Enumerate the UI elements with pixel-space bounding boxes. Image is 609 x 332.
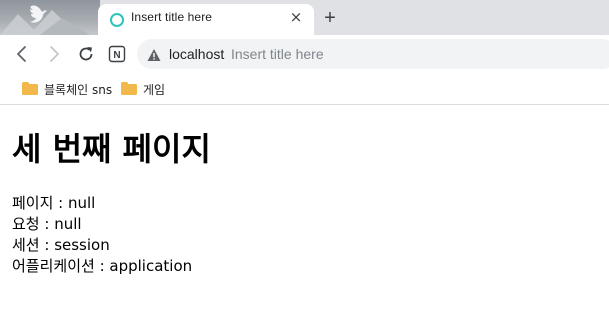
bookmark-label: 게임 bbox=[143, 83, 166, 97]
reload-icon[interactable] bbox=[76, 44, 96, 64]
n-extension-icon[interactable]: N bbox=[107, 44, 127, 64]
browser-toolbar: N localhost Insert title here bbox=[0, 35, 609, 73]
folder-icon bbox=[121, 82, 137, 95]
address-host: localhost bbox=[169, 46, 225, 62]
bookmarks-bar: 블록체인 sns 게임 bbox=[0, 73, 609, 105]
address-page-title: Insert title here bbox=[231, 46, 324, 62]
application-scope-line: 어플리케이션 : application bbox=[12, 257, 193, 275]
back-arrow-icon[interactable] bbox=[12, 44, 32, 64]
browser-theme-mountain-image bbox=[0, 0, 100, 35]
svg-text:N: N bbox=[113, 50, 120, 61]
request-scope-line: 요청 : null bbox=[12, 215, 82, 233]
page-scope-line: 페이지 : null bbox=[12, 194, 96, 212]
new-tab-button[interactable]: + bbox=[320, 8, 340, 28]
bookmark-label: 블록체인 sns bbox=[44, 83, 113, 97]
folder-icon bbox=[22, 82, 38, 95]
tab-strip: Insert title here × + bbox=[0, 0, 609, 35]
tab-favicon-icon bbox=[110, 13, 124, 27]
address-bar[interactable]: localhost Insert title here bbox=[137, 39, 609, 69]
warning-triangle-icon[interactable] bbox=[147, 47, 161, 61]
forward-arrow-icon[interactable] bbox=[44, 44, 64, 64]
scope-value-list: 페이지 : null 요청 : null 세션 : session 어플리케이션… bbox=[12, 193, 192, 277]
tab-title: Insert title here bbox=[131, 10, 213, 24]
page-content: 세 번째 페이지 페이지 : null 요청 : null 세션 : sessi… bbox=[0, 105, 609, 332]
tab-close-icon[interactable]: × bbox=[288, 9, 304, 25]
session-scope-line: 세션 : session bbox=[12, 236, 110, 254]
page-heading: 세 번째 페이지 bbox=[12, 130, 211, 168]
active-tab[interactable]: Insert title here × bbox=[98, 4, 314, 35]
